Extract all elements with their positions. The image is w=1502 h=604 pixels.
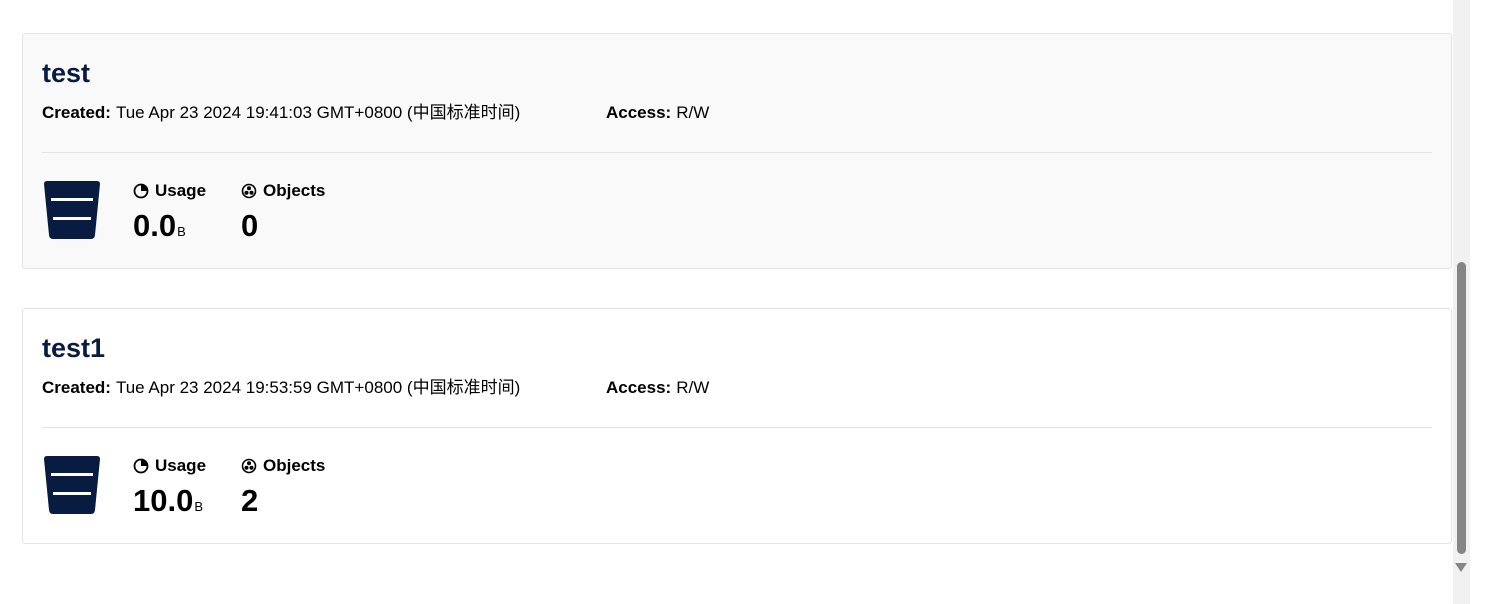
objects-icon bbox=[241, 183, 257, 199]
created-value: Tue Apr 23 2024 19:41:03 GMT+0800 (中国标准时… bbox=[115, 103, 521, 122]
usage-stat: Usage 0.0B bbox=[133, 179, 206, 250]
usage-value: 0.0 bbox=[133, 208, 177, 243]
bucket-name[interactable]: test bbox=[42, 57, 90, 89]
bucket-meta: Created: Tue Apr 23 2024 19:53:59 GMT+08… bbox=[42, 377, 709, 399]
access-info: Access: R/W bbox=[606, 377, 709, 399]
objects-icon bbox=[241, 458, 257, 474]
access-info: Access: R/W bbox=[606, 102, 709, 124]
objects-label: Objects bbox=[263, 181, 326, 200]
divider bbox=[42, 427, 1432, 428]
usage-label: Usage bbox=[155, 181, 207, 200]
created-label: Created: bbox=[42, 378, 111, 397]
created-info: Created: Tue Apr 23 2024 19:53:59 GMT+08… bbox=[42, 377, 606, 399]
objects-stat: Objects 2 bbox=[241, 454, 325, 519]
bucket-card[interactable]: test Created: Tue Apr 23 2024 19:41:03 G… bbox=[22, 33, 1452, 269]
objects-value: 0 bbox=[241, 208, 259, 243]
access-value: R/W bbox=[676, 378, 710, 397]
bucket-name[interactable]: test1 bbox=[42, 332, 105, 364]
created-info: Created: Tue Apr 23 2024 19:41:03 GMT+08… bbox=[42, 102, 606, 124]
access-label: Access: bbox=[606, 103, 672, 122]
pie-chart-icon bbox=[133, 458, 149, 474]
created-value: Tue Apr 23 2024 19:53:59 GMT+0800 (中国标准时… bbox=[115, 378, 521, 397]
bucket-card[interactable]: test1 Created: Tue Apr 23 2024 19:53:59 … bbox=[22, 308, 1452, 544]
pie-chart-icon bbox=[133, 183, 149, 199]
usage-unit: B bbox=[177, 224, 186, 239]
usage-stat: Usage 10.0B bbox=[133, 454, 206, 525]
objects-stat: Objects 0 bbox=[241, 179, 325, 244]
usage-label: Usage bbox=[155, 456, 207, 475]
objects-label: Objects bbox=[263, 456, 326, 475]
scrollbar-thumb[interactable] bbox=[1457, 262, 1466, 554]
access-value: R/W bbox=[676, 103, 710, 122]
created-label: Created: bbox=[42, 103, 111, 122]
access-label: Access: bbox=[606, 378, 672, 397]
bucket-icon bbox=[44, 181, 100, 239]
usage-value: 10.0 bbox=[133, 483, 194, 518]
bucket-meta: Created: Tue Apr 23 2024 19:41:03 GMT+08… bbox=[42, 102, 709, 124]
page: test Created: Tue Apr 23 2024 19:41:03 G… bbox=[0, 0, 1502, 604]
usage-unit: B bbox=[194, 499, 204, 514]
divider bbox=[42, 152, 1432, 153]
vertical-scrollbar[interactable] bbox=[1453, 0, 1470, 604]
bucket-list: test Created: Tue Apr 23 2024 19:41:03 G… bbox=[22, 33, 1452, 544]
objects-value: 2 bbox=[241, 483, 259, 518]
bucket-icon bbox=[44, 456, 100, 514]
scroll-down-arrow-icon[interactable] bbox=[1455, 563, 1467, 572]
